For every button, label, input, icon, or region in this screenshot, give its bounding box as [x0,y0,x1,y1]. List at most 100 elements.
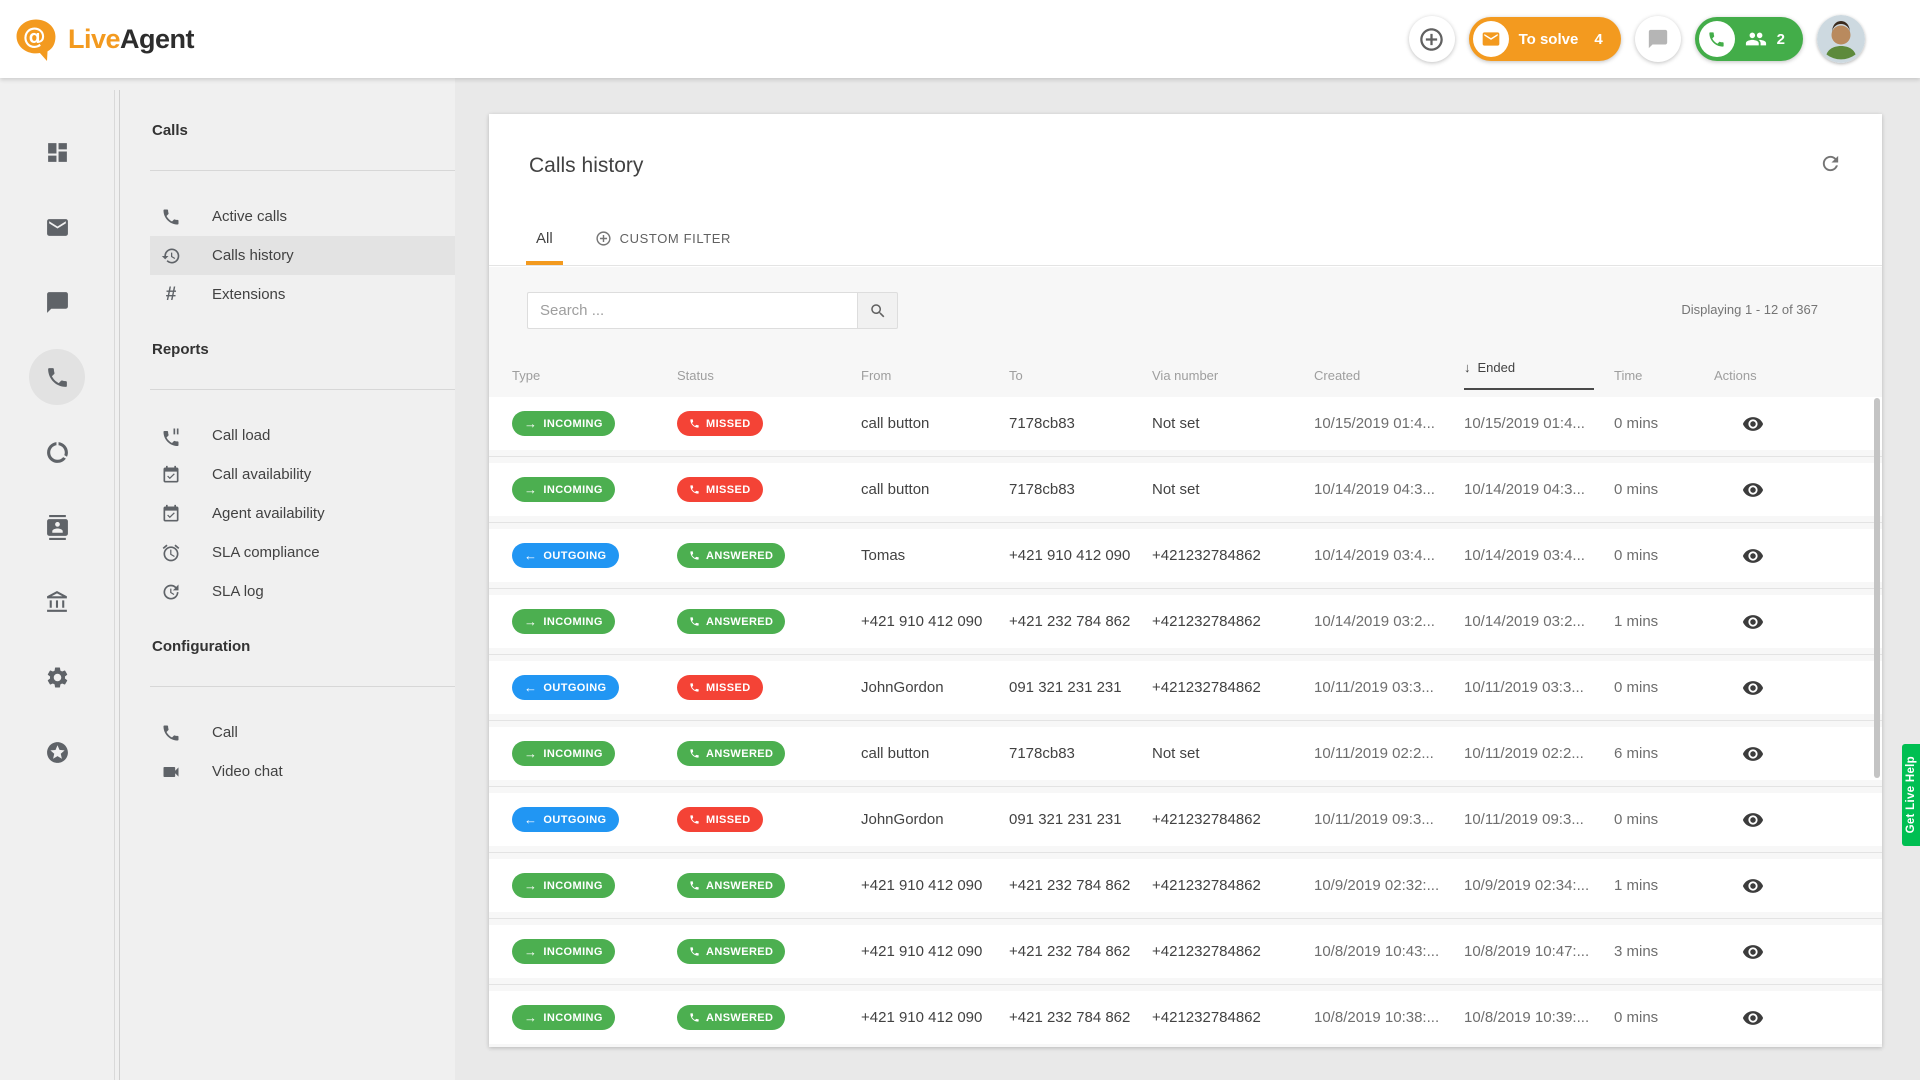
table-area: Displaying 1 - 12 of 367 TypeStatusFromT… [489,267,1882,1047]
view-call-button[interactable] [1742,743,1764,765]
table-row[interactable]: ←OUTGOINGMISSEDJohnGordon091 321 231 231… [489,793,1882,846]
rail-item-settings[interactable] [29,649,85,705]
rail-item-chats[interactable] [29,274,85,330]
cell-to: +421 232 784 862 [1009,943,1152,960]
arrow-right-icon: → [524,615,537,628]
view-call-button[interactable] [1742,809,1764,831]
cell-via-number: Not set [1152,415,1314,432]
calls-history-panel: Calls history All CUSTOM FILTER [489,114,1882,1047]
table-row[interactable]: →INCOMINGANSWEREDcall button7178cb83Not … [489,727,1882,780]
to-solve-button[interactable]: To solve 4 [1469,17,1621,61]
avatar[interactable] [1817,15,1865,63]
cell-time: 0 mins [1614,415,1714,432]
phone-icon [1699,21,1735,57]
calls-status-button[interactable]: 2 [1695,17,1803,61]
view-call-button[interactable] [1742,479,1764,501]
cell-time: 0 mins [1614,481,1714,498]
cell-to: +421 232 784 862 [1009,613,1152,630]
table-row[interactable]: →INCOMINGANSWERED+421 910 412 090+421 23… [489,595,1882,648]
mail-icon [45,215,70,240]
arrow-left-icon: ← [524,681,537,694]
hash-icon: # [166,285,177,305]
rail-item-calls[interactable] [29,349,85,405]
type-badge: →INCOMING [512,873,615,898]
table-header-row: TypeStatusFromToVia numberCreated↓EndedT… [489,353,1882,397]
search-button[interactable] [857,292,898,329]
table-row[interactable]: ←OUTGOINGANSWEREDTomas+421 910 412 090+4… [489,529,1882,582]
column-header-actions[interactable]: Actions [1714,368,1882,383]
vertical-scrollbar[interactable] [1874,398,1880,778]
eye-icon [1742,941,1764,963]
cell-ended: 10/11/2019 02:2... [1464,745,1614,762]
column-header-time[interactable]: Time [1614,368,1714,383]
sidebar-item-video-chat[interactable]: Video chat [150,752,455,791]
column-header-created[interactable]: Created [1314,368,1464,383]
cell-to: 091 321 231 231 [1009,679,1152,696]
sidebar-item-call[interactable]: Call [150,713,455,752]
rail-item-dashboard[interactable] [29,124,85,180]
column-header-to[interactable]: To [1009,368,1152,383]
view-call-button[interactable] [1742,875,1764,897]
sidebar-section-title: Reports [133,341,455,358]
update-icon [161,582,181,602]
cell-created: 10/11/2019 02:2... [1314,745,1464,762]
table-row[interactable]: ←OUTGOINGMISSEDJohnGordon091 321 231 231… [489,661,1882,714]
table-row[interactable]: →INCOMINGANSWERED+421 910 412 090+421 23… [489,859,1882,912]
table-row[interactable]: →INCOMINGANSWERED+421 910 412 090+421 23… [489,991,1882,1044]
cell-created: 10/9/2019 02:32:... [1314,877,1464,894]
view-call-button[interactable] [1742,941,1764,963]
rail-item-billing[interactable] [29,574,85,630]
view-call-button[interactable] [1742,1007,1764,1029]
sidebar-item-agent-availability[interactable]: Agent availability [150,494,455,533]
create-new-button[interactable] [1409,16,1455,62]
sidebar-item-sla-compliance[interactable]: SLA compliance [150,533,455,572]
tab-custom-filter[interactable]: CUSTOM FILTER [585,230,741,265]
rail-item-reports[interactable] [29,424,85,480]
table-row[interactable]: →INCOMINGANSWERED+421 910 412 090+421 23… [489,925,1882,978]
column-header-via-number[interactable]: Via number [1152,368,1314,383]
cell-ended: 10/8/2019 10:39:... [1464,1009,1614,1026]
agents-group-icon [1745,28,1767,50]
sort-descending-icon: ↓ [1464,360,1471,375]
cell-via-number: +421232784862 [1152,613,1314,630]
sidebar-item-active-calls[interactable]: Active calls [150,197,455,236]
column-header-ended[interactable]: ↓Ended [1464,360,1614,390]
view-call-button[interactable] [1742,413,1764,435]
sidebar-item-call-availability[interactable]: Call availability [150,455,455,494]
cell-via-number: +421232784862 [1152,877,1314,894]
brand-logo[interactable]: @ LiveAgent [14,17,194,61]
view-call-button[interactable] [1742,677,1764,699]
sidebar-item-extensions[interactable]: #Extensions [150,275,455,314]
cell-via-number: Not set [1152,481,1314,498]
eye-icon [1742,1007,1764,1029]
cell-from: JohnGordon [861,679,1009,696]
refresh-button[interactable] [1819,152,1842,175]
get-live-help-label: Get Live Help [1905,756,1917,833]
rail-item-contacts[interactable] [29,499,85,555]
sidebar-divider [150,389,455,390]
sidebar-item-label: Video chat [212,763,283,780]
search-input[interactable] [527,292,857,329]
sidebar-item-sla-log[interactable]: SLA log [150,572,455,611]
column-header-from[interactable]: From [861,368,1009,383]
view-call-button[interactable] [1742,545,1764,567]
rail-item-features[interactable] [29,724,85,780]
phone-icon [689,814,700,825]
rail-item-tickets[interactable] [29,199,85,255]
view-call-button[interactable] [1742,611,1764,633]
table-row[interactable]: →INCOMINGMISSEDcall button7178cb83Not se… [489,397,1882,450]
sidebar-item-call-load[interactable]: Call load [150,416,455,455]
get-live-help-tab[interactable]: Get Live Help [1902,744,1920,846]
cell-from: call button [861,481,1009,498]
table-row[interactable]: →INCOMINGMISSEDcall button7178cb83Not se… [489,463,1882,516]
column-header-type[interactable]: Type [512,368,677,383]
status-badge: ANSWERED [677,1005,785,1030]
chats-button[interactable] [1635,16,1681,62]
status-badge: ANSWERED [677,543,785,568]
brand-name: LiveAgent [68,24,194,55]
arrow-left-icon: ← [524,549,537,562]
column-header-status[interactable]: Status [677,368,861,383]
tab-all[interactable]: All [526,230,563,265]
sidebar-item-calls-history[interactable]: Calls history [150,236,455,275]
add-filter-icon [595,230,612,247]
